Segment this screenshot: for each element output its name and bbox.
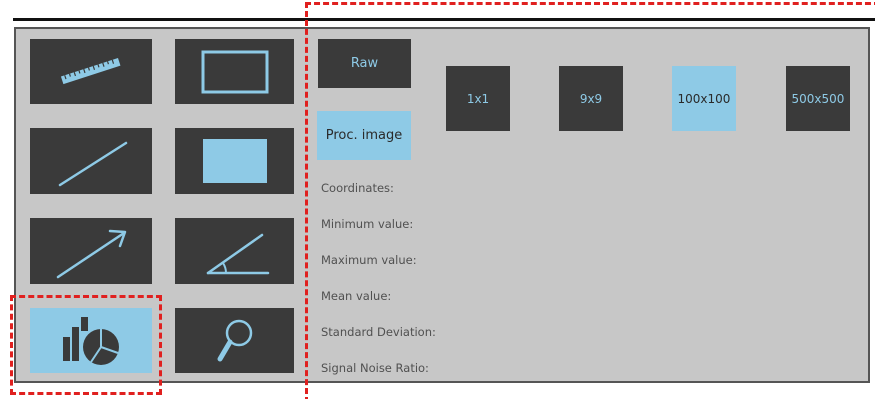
size-button-100x100[interactable]: 100x100: [672, 66, 736, 131]
standard-deviation-label: Standard Deviation:: [321, 325, 436, 339]
size-button-9x9[interactable]: 9x9: [559, 66, 623, 131]
raw-button[interactable]: Raw: [318, 39, 411, 88]
ruler-tool[interactable]: [30, 39, 152, 104]
statistics-tool[interactable]: [30, 308, 152, 373]
filled-rectangle-tool[interactable]: [175, 128, 294, 194]
size-button-500x500[interactable]: 500x500: [786, 66, 850, 131]
rectangle-outline-icon: [201, 50, 268, 93]
top-divider: [13, 18, 875, 21]
rectangle-outline-tool[interactable]: [175, 39, 294, 104]
size-button-1x1[interactable]: 1x1: [446, 66, 510, 131]
arrow-tool[interactable]: [30, 218, 152, 284]
statistics-chart-icon: [63, 316, 119, 365]
stage: Raw Proc. image 1x1 9x9 100x100 500x500 …: [0, 0, 875, 399]
coordinates-label: Coordinates:: [321, 181, 394, 195]
proc-image-button[interactable]: Proc. image: [317, 111, 411, 160]
line-tool[interactable]: [30, 128, 152, 194]
angle-icon: [206, 233, 269, 275]
arrow-icon: [56, 229, 127, 279]
signal-noise-ratio-label: Signal Noise Ratio:: [321, 361, 429, 375]
line-icon: [58, 141, 128, 187]
magnifier-tool[interactable]: [175, 308, 294, 373]
mean-value-label: Mean value:: [321, 289, 392, 303]
maximum-value-label: Maximum value:: [321, 253, 417, 267]
magnifier-icon: [217, 319, 252, 361]
minimum-value-label: Minimum value:: [321, 217, 414, 231]
ruler-icon: [60, 57, 121, 84]
filled-rectangle-icon: [202, 139, 267, 183]
angle-tool[interactable]: [175, 218, 294, 284]
